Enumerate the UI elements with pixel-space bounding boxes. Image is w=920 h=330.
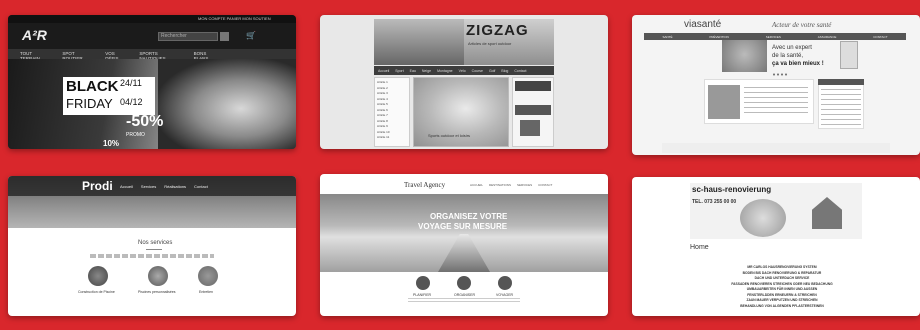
tagline: Articles de sport outdoor xyxy=(468,41,512,46)
cart-icon[interactable]: 🛒 xyxy=(246,31,256,40)
hero-line-2: de la santé, xyxy=(772,53,804,59)
product-thumb[interactable] xyxy=(520,120,540,136)
service-title-1: Construction de Piscine xyxy=(78,290,115,294)
main-caption: Sports outdoor et loisirs xyxy=(428,133,471,138)
feature-text xyxy=(408,298,520,304)
corner-discount: 10% xyxy=(103,139,120,148)
feature-title-1: PLANIFIER xyxy=(413,293,432,297)
footer-bar xyxy=(662,143,890,153)
nav-item-2[interactable]: PRÉVENTION xyxy=(709,35,729,39)
feature-title-2: ORGANISER xyxy=(454,293,476,297)
feature-icon-voyager[interactable] xyxy=(498,276,512,290)
website-thumbnail-viasante[interactable]: viasanté Acteur de votre santé SANTÉ PRÉ… xyxy=(632,15,920,155)
nav-bar: Accueil Sport Eau Neige Montagne Vélo Co… xyxy=(374,66,554,75)
feature-title-3: VOYAGER xyxy=(496,293,514,297)
nav-item-4[interactable]: Contact xyxy=(194,184,208,190)
website-thumbnail-zigzag[interactable]: ZIGZAG Articles de sport outdoor Accueil… xyxy=(320,15,608,149)
nav-item-1[interactable]: ACCUEIL xyxy=(470,183,483,188)
site-logo[interactable]: sc-haus-renovierung xyxy=(692,185,771,194)
slider-dots[interactable] xyxy=(772,73,788,76)
nav-item-7[interactable]: Course xyxy=(472,69,483,73)
nav-item-8[interactable]: Golf xyxy=(489,69,495,73)
nav-item-1[interactable]: SANTÉ xyxy=(662,35,672,39)
nav-item-5[interactable]: Montagne xyxy=(437,69,453,73)
sidebar-text xyxy=(821,89,861,125)
sidebar-item[interactable]: Article 11 xyxy=(377,135,407,141)
top-nav-links[interactable]: MON COMPTE PANIER MON SOUTIEN xyxy=(198,16,271,21)
hero-line-1: Avec un expert xyxy=(772,45,812,51)
section-heading: Nos services xyxy=(138,240,173,246)
sidebar: Article 1 Article 2 Article 3 Article 4 … xyxy=(374,77,410,147)
nav-item-4[interactable]: CONTACT xyxy=(538,183,552,188)
menu-item-2[interactable]: SPOT ROUTIER xyxy=(62,51,93,61)
list-item: BEHANDLUNG VON ALGENDEN PFLASTERSTEINEN xyxy=(740,303,824,308)
nav-item-1[interactable]: Accueil xyxy=(378,69,389,73)
nav-item-2[interactable]: DESTINATIONS xyxy=(489,183,511,188)
website-thumbnail-travel-agency[interactable]: Travel Agency ACCUEIL DESTINATIONS SERVI… xyxy=(320,174,608,316)
widget-box xyxy=(515,105,551,115)
service-image-3[interactable] xyxy=(198,266,218,286)
nav-item-3[interactable]: SERVICES xyxy=(766,35,781,39)
hero-badge xyxy=(840,41,858,69)
menu-item-1[interactable]: TOUT TERRAIN xyxy=(20,51,50,61)
hero-photo xyxy=(722,40,767,72)
widget-box xyxy=(515,81,551,91)
date-end: 04/12 xyxy=(120,97,143,107)
nav-item-4[interactable]: ASSURANCE xyxy=(818,35,837,39)
nav-item-3[interactable]: Réalisations xyxy=(164,184,186,190)
discount-text: -50% xyxy=(126,113,164,130)
search-placeholder: Rechercher xyxy=(161,33,187,39)
nav-item-6[interactable]: Vélo xyxy=(459,69,466,73)
search-icon[interactable] xyxy=(220,32,229,41)
black-text: BLACK xyxy=(66,78,119,95)
website-thumbnail-prodi[interactable]: Prodi Accueil Services Réalisations Cont… xyxy=(8,176,296,316)
menu-item-4[interactable]: SPORTS NAUTIQUES xyxy=(139,51,181,61)
content-text xyxy=(744,87,808,115)
date-start: 24/11 xyxy=(120,78,142,88)
heading-underline xyxy=(146,249,162,250)
site-logo[interactable]: Travel Agency xyxy=(404,181,445,189)
service-image-1[interactable] xyxy=(88,266,108,286)
content-image xyxy=(708,85,740,119)
hero-model-image xyxy=(158,59,296,149)
nav-item-5[interactable]: CONTACT xyxy=(873,35,887,39)
nav-item-1[interactable]: Accueil xyxy=(120,184,133,190)
site-slogan: Acteur de votre santé xyxy=(772,21,832,29)
service-image-2[interactable] xyxy=(148,266,168,286)
promo-text: PROMO xyxy=(126,132,145,138)
nav-item-3[interactable]: Eau xyxy=(410,69,416,73)
website-thumbnail-a2r[interactable]: MON COMPTE PANIER MON SOUTIEN A²R Recher… xyxy=(8,15,296,149)
nav-item-3[interactable]: SERVICES xyxy=(517,183,532,188)
nav-item-10[interactable]: Contact xyxy=(514,69,526,73)
hero-line-1: ORGANISEZ VOTRE xyxy=(430,212,508,221)
site-logo[interactable]: Prodi xyxy=(82,179,113,193)
nav-item-4[interactable]: Neige xyxy=(422,69,431,73)
service-title-2: Piscines personnalisées xyxy=(138,290,176,294)
nav-item-2[interactable]: Services xyxy=(141,184,156,190)
nav-bar: SANTÉ PRÉVENTION SERVICES ASSURANCE CONT… xyxy=(644,33,906,40)
feature-icon-planifier[interactable] xyxy=(416,276,430,290)
nav-item-2[interactable]: Sport xyxy=(395,69,403,73)
menu-item-5[interactable]: BONS PLANS xyxy=(194,51,220,61)
page-heading: Home xyxy=(690,244,709,251)
menu-item-3[interactable]: VOS DÉFIS xyxy=(105,51,127,61)
intro-text xyxy=(90,254,214,258)
sidebar-header xyxy=(818,79,864,85)
nav-item-9[interactable]: Blog xyxy=(501,69,508,73)
hero-line-3: ça va bien mieux ! xyxy=(772,61,824,67)
phone-number: TEL. 073 255 00 00 xyxy=(692,199,737,205)
website-thumbnail-sc-haus[interactable]: sc-haus-renovierung TEL. 073 255 00 00 H… xyxy=(632,177,920,316)
friday-text: FRIDAY xyxy=(66,96,113,111)
service-title-3: Entretien xyxy=(199,290,214,294)
site-logo[interactable]: A²R xyxy=(22,27,47,43)
site-logo[interactable]: viasanté xyxy=(684,19,721,30)
feature-icon-organiser[interactable] xyxy=(457,276,471,290)
header-photo xyxy=(374,19,464,65)
paint-roller-image xyxy=(740,199,786,237)
hero-line-2: VOYAGE SUR MESURE xyxy=(418,222,508,231)
site-logo[interactable]: ZIGZAG xyxy=(466,22,529,39)
